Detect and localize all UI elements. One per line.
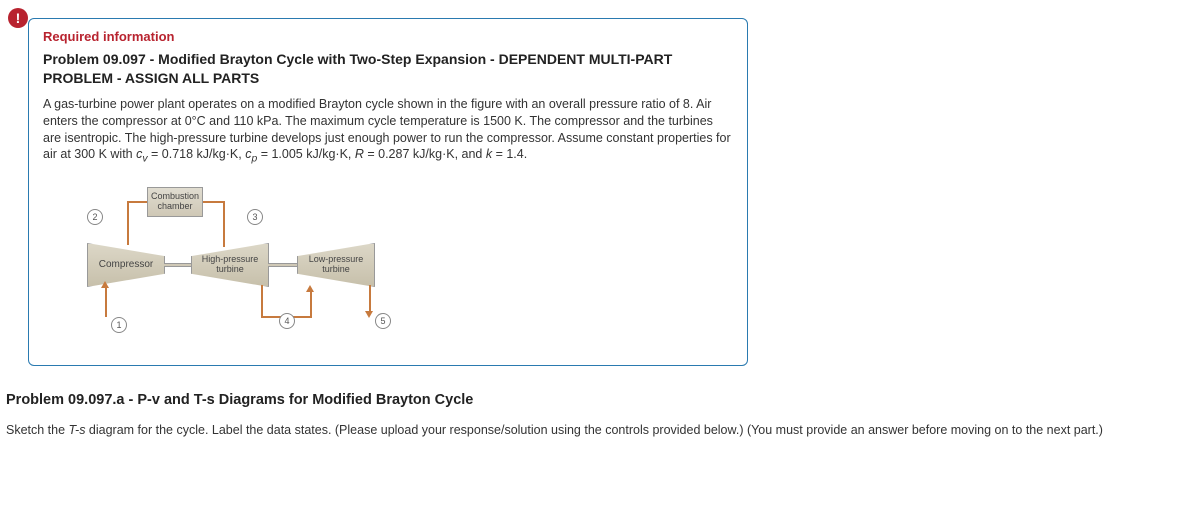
pipe-line: [310, 291, 312, 318]
pipe-line: [127, 201, 129, 223]
pipe-outlet: [369, 285, 371, 313]
brayton-cycle-diagram: Combustion chamber Compressor High-press…: [51, 181, 391, 351]
shaft-2: [268, 263, 298, 267]
arrow-up-icon: [101, 281, 109, 288]
pipe-line: [261, 285, 263, 317]
pipe-line: [127, 223, 129, 245]
shaft-1: [164, 263, 192, 267]
sub-body-suffix: diagram for the cycle. Label the data st…: [85, 423, 1103, 437]
arrow-up-icon: [306, 285, 314, 292]
pipe-inlet: [105, 287, 107, 317]
ts-italic: T-s: [69, 423, 86, 437]
state-2: 2: [87, 209, 103, 225]
subproblem-instruction: Sketch the T-s diagram for the cycle. La…: [6, 422, 1200, 440]
combustion-label: Combustion chamber: [148, 192, 202, 212]
pipe-line: [223, 223, 225, 247]
pipe-line: [203, 201, 225, 203]
problem-statement: A gas-turbine power plant operates on a …: [43, 96, 733, 167]
hp-turbine-block: High-pressure turbine: [191, 243, 269, 287]
combustion-chamber-block: Combustion chamber: [147, 187, 203, 217]
compressor-block: Compressor: [87, 243, 165, 287]
required-info-label: Required information: [43, 29, 733, 44]
hp-turbine-label: High-pressure turbine: [192, 255, 268, 275]
state-4: 4: [279, 313, 295, 329]
required-information-panel: Required information Problem 09.097 - Mo…: [28, 18, 748, 366]
arrow-down-icon: [365, 311, 373, 318]
pipe-line: [127, 201, 147, 203]
state-1: 1: [111, 317, 127, 333]
sub-body-prefix: Sketch the: [6, 423, 69, 437]
subproblem-title: Problem 09.097.a - P-v and T-s Diagrams …: [6, 392, 1200, 408]
pipe-line: [223, 201, 225, 223]
lp-turbine-label: Low-pressure turbine: [298, 255, 374, 275]
state-5: 5: [375, 313, 391, 329]
state-3: 3: [247, 209, 263, 225]
alert-icon: !: [8, 8, 28, 28]
problem-title: Problem 09.097 - Modified Brayton Cycle …: [43, 50, 733, 88]
compressor-label: Compressor: [99, 259, 153, 270]
lp-turbine-block: Low-pressure turbine: [297, 243, 375, 287]
